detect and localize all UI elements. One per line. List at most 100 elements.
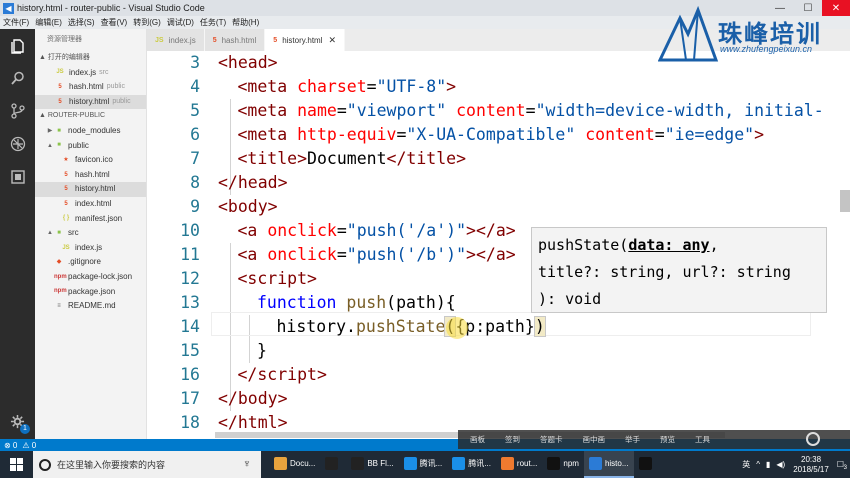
menu-item[interactable]: 文件(F) [3, 17, 29, 28]
open-editors-header[interactable]: ▲ 打开的编辑器 [35, 51, 146, 66]
settings-gear-icon[interactable]: 1 [8, 412, 30, 434]
file-name: package.json [68, 286, 116, 296]
tab-hash-html[interactable]: 5 hash.html [204, 29, 266, 51]
microphone-icon[interactable]: ♆ [243, 458, 251, 470]
qq-icon [325, 457, 339, 470]
network-icon[interactable]: ▮ [766, 460, 770, 469]
player-tool-button[interactable]: 签到 [505, 434, 520, 445]
menu-item[interactable]: 查看(V) [101, 17, 128, 28]
code-line[interactable]: 8 </head> [147, 171, 850, 195]
code-line[interactable]: 16 </script> [147, 363, 850, 387]
menu-item[interactable]: 转到(G) [133, 17, 161, 28]
file-item[interactable]: npm package-lock.json [35, 270, 146, 285]
menu-item[interactable]: 帮助(H) [232, 17, 259, 28]
menu-item[interactable]: 调试(D) [167, 17, 194, 28]
mountain-logo-icon [657, 5, 719, 62]
tab-label: index.js [168, 35, 196, 45]
file-item[interactable]: JS index.js [35, 241, 146, 256]
player-tool-button[interactable]: 画中画 [583, 434, 606, 445]
source-control-icon[interactable] [8, 101, 27, 120]
taskbar-app[interactable] [634, 451, 660, 478]
signature-fn: pushState( [538, 236, 629, 254]
code-line[interactable]: 5 <meta name="viewport" content="width=de… [147, 99, 850, 123]
file-item[interactable]: 5 history.html [35, 182, 146, 197]
taskbar-app-label: histo... [604, 459, 629, 468]
twisty-icon[interactable]: ▶ [46, 124, 54, 139]
code-line[interactable]: 14 history.pushState({p:path}) [147, 315, 850, 339]
taskbar-app[interactable]: histo... [583, 451, 634, 478]
twisty-icon[interactable]: ▲ [46, 226, 54, 241]
warning-count[interactable]: ⚠ 0 [22, 441, 36, 450]
tab-index-js[interactable]: JS index.js [147, 29, 205, 51]
clock[interactable]: 20:38 2018/5/17 [793, 455, 829, 475]
player-tool-button[interactable]: 预览 [660, 434, 675, 445]
file-item[interactable]: ▲ ■ src [35, 226, 146, 241]
logo-url: www.zhufengpeixun.cn [720, 44, 813, 54]
file-item[interactable]: 5 hash.html public [35, 80, 146, 95]
file-item[interactable]: 5 hash.html [35, 168, 146, 183]
file-item[interactable]: JS index.js src [35, 66, 146, 81]
file-item[interactable]: 5 index.html [35, 197, 146, 212]
explorer-icon[interactable] [8, 36, 27, 55]
player-tool-button[interactable]: 举手 [625, 434, 640, 445]
taskbar-app-label: 腾讯... [468, 459, 491, 468]
notification-icon[interactable]: ☐ 3 [837, 460, 847, 471]
file-name: src [68, 228, 79, 238]
code-line[interactable]: 4 <meta charset="UTF-8"> [147, 75, 850, 99]
file-item[interactable]: npm package.json [35, 285, 146, 300]
terminal-icon [547, 457, 561, 470]
taskbar-app[interactable]: 腾讯... [399, 451, 448, 478]
ime-indicator[interactable]: 英 [742, 459, 750, 470]
taskbar-app[interactable]: npm [542, 451, 584, 478]
tray-overflow-icon[interactable]: ^ [756, 460, 760, 469]
code-line[interactable]: 17 </body> [147, 387, 850, 411]
file-item[interactable]: ★ favicon.ico [35, 153, 146, 168]
player-tool-button[interactable]: 画板 [470, 434, 485, 445]
menu-item[interactable]: 编辑(E) [35, 17, 62, 28]
window-title: history.html - router-public - Visual St… [17, 3, 205, 13]
line-number: 8 [190, 173, 200, 192]
file-item[interactable]: ◆ .gitignore [35, 255, 146, 270]
close-tab-icon[interactable]: ✕ [329, 35, 337, 46]
file-item[interactable]: { } manifest.json [35, 212, 146, 227]
project-root-header[interactable]: ▲ ROUTER-PUBLIC [35, 109, 146, 124]
search-icon[interactable] [8, 68, 27, 87]
file-type-icon: JS [155, 36, 164, 44]
file-item[interactable]: ≡ README.md [35, 299, 146, 314]
taskbar-search[interactable]: 在这里输入你要搜索的内容 ♆ [33, 451, 261, 478]
file-type-icon: JS [56, 69, 64, 76]
code-text: <head> [218, 53, 278, 72]
line-number: 7 [190, 149, 200, 168]
taskbar-app[interactable]: BB Fl... [346, 451, 398, 478]
file-item[interactable]: ▲ ■ public [35, 139, 146, 154]
taskbar-app[interactable]: Docu... [269, 451, 320, 478]
player-tool-button[interactable]: 工具 [695, 434, 710, 445]
volume-icon[interactable]: ◀) [776, 460, 785, 469]
menu-item[interactable]: 选择(S) [68, 17, 95, 28]
file-item[interactable]: 5 history.html public [35, 94, 146, 110]
file-type-icon: { } [62, 215, 70, 222]
taskbar-app[interactable]: rout... [496, 451, 542, 478]
tab-history-html[interactable]: 5 history.html ✕ [265, 29, 346, 51]
player-tool-button[interactable]: 答题卡 [540, 434, 563, 445]
taskbar-app[interactable]: 腾讯... [447, 451, 496, 478]
vertical-scrollbar[interactable] [840, 190, 850, 212]
taskbar-app[interactable] [320, 451, 346, 478]
power-icon[interactable] [806, 432, 820, 446]
code-line[interactable]: 9 <body> [147, 195, 850, 219]
twisty-icon[interactable]: ▲ [46, 139, 54, 154]
line-number: 11 [180, 245, 200, 264]
debug-icon[interactable] [8, 134, 27, 153]
file-name: hash.html [69, 82, 104, 92]
file-item[interactable]: ▶ ■ node_modules [35, 124, 146, 139]
menu-item[interactable]: 任务(T) [200, 17, 226, 28]
windows-start-icon[interactable] [0, 451, 33, 478]
code-line[interactable]: 6 <meta http-equiv="X-UA-Compatible" cont… [147, 123, 850, 147]
code-text: <a onclick="push('/a')"></a> [237, 221, 516, 240]
error-count[interactable]: ⊗ 0 [4, 441, 17, 450]
extensions-icon[interactable] [8, 167, 27, 186]
code-line[interactable]: 7 <title>Document</title> [147, 147, 850, 171]
file-name: index.js [69, 67, 97, 77]
tab-label: history.html [282, 35, 323, 45]
code-line[interactable]: 15} [147, 339, 850, 363]
